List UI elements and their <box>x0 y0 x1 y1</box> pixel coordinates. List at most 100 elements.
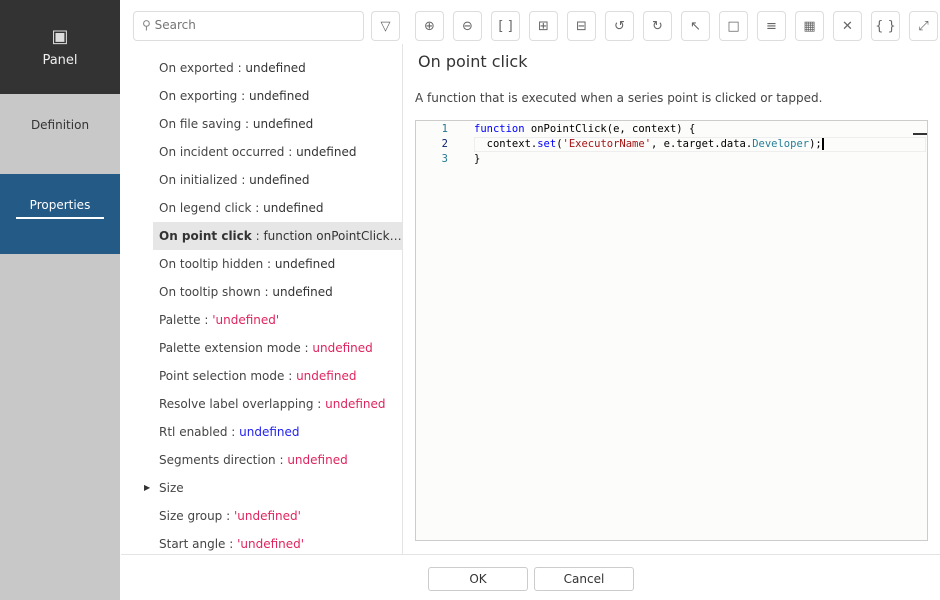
code-line: function onPointClick(e, context) { <box>474 123 695 135</box>
fullscreen-icon: ⤢ <box>918 18 929 34</box>
table-button[interactable]: ▦ <box>795 11 824 41</box>
property-item[interactable]: On tooltip hidden : undefined <box>121 250 402 278</box>
ok-button[interactable]: OK <box>428 567 528 591</box>
code-token: , e.target.data. <box>651 138 753 150</box>
property-item[interactable]: On incident occurred : undefined <box>121 138 402 166</box>
code-token: 'ExecutorName' <box>562 138 652 150</box>
code-token: function <box>474 123 525 135</box>
expand-arrow-icon[interactable]: ▶ <box>144 474 150 502</box>
property-list: On exported : undefined On exporting : un… <box>121 44 402 554</box>
property-item[interactable]: Size group : 'undefined' <box>121 502 402 530</box>
undo-icon: ↺ <box>614 18 625 34</box>
property-label: On exported <box>159 61 234 75</box>
search-input[interactable] <box>154 18 345 32</box>
search-icon: ⚲ <box>142 18 151 32</box>
comment-icon: □ <box>727 18 740 34</box>
property-item[interactable]: Resolve label overlapping : undefined <box>121 390 402 418</box>
table-icon: ▦ <box>803 18 816 34</box>
close-button[interactable]: ✕ <box>833 11 862 41</box>
property-item[interactable]: On point click : function onPointClick(e… <box>153 222 402 250</box>
braces-icon: { } <box>875 18 896 34</box>
tab-properties-label: Properties <box>16 198 104 219</box>
collapse-all-button[interactable]: ⊟ <box>567 11 596 41</box>
code-editor[interactable]: 1 2 3 function onPointClick(e, context) … <box>415 120 928 541</box>
property-item[interactable]: Start angle : 'undefined' <box>121 530 402 554</box>
property-label: On initialized <box>159 173 238 187</box>
panel-label: Panel <box>42 53 78 68</box>
footer <box>121 554 940 600</box>
property-value: undefined <box>248 89 310 103</box>
property-value: undefined <box>249 173 310 187</box>
select-button[interactable]: ↖ <box>681 11 710 41</box>
property-item[interactable]: On exported : undefined <box>121 54 402 82</box>
property-item[interactable]: On exporting : undefined <box>121 82 402 110</box>
property-item[interactable]: Point selection mode : undefined <box>121 362 402 390</box>
zoom-out-button[interactable]: ⊖ <box>453 11 482 41</box>
property-value: undefined <box>239 425 300 439</box>
tab-definition-label: Definition <box>30 118 90 132</box>
zoom-in-icon: ⊕ <box>424 18 435 34</box>
expand-all-button[interactable]: ⊞ <box>529 11 558 41</box>
undo-button[interactable]: ↺ <box>605 11 634 41</box>
redo-button[interactable]: ↻ <box>643 11 672 41</box>
property-item[interactable]: On file saving : undefined <box>121 110 402 138</box>
filter-button[interactable]: ▽ <box>371 11 400 41</box>
property-label: Rtl enabled <box>159 425 228 439</box>
property-label: On exporting <box>159 89 238 103</box>
property-value: 'undefined' <box>233 509 301 523</box>
code-token: set <box>537 138 557 150</box>
property-item[interactable]: On legend click : undefined <box>121 194 402 222</box>
property-item[interactable]: On tooltip shown : undefined <box>121 278 402 306</box>
braces-button[interactable]: { } <box>871 11 900 41</box>
expand-all-icon: ⊞ <box>538 18 549 34</box>
detail-title: On point click <box>418 52 528 71</box>
redo-icon: ↻ <box>652 18 663 34</box>
property-label: On tooltip hidden <box>159 257 264 271</box>
tab-properties[interactable]: Properties <box>0 174 120 254</box>
zoom-in-button[interactable]: ⊕ <box>415 11 444 41</box>
property-item[interactable]: Rtl enabled : undefined <box>121 418 402 446</box>
divider <box>402 44 403 554</box>
property-value: undefined <box>296 145 357 159</box>
line-number: 3 <box>441 153 448 165</box>
property-label: Start angle <box>159 537 226 551</box>
collapse-all-icon: ⊟ <box>576 18 587 34</box>
code-token: context. <box>474 138 538 150</box>
property-value: undefined <box>312 341 373 355</box>
property-item[interactable]: On initialized : undefined <box>121 166 402 194</box>
cancel-button[interactable]: Cancel <box>534 567 634 591</box>
fullscreen-button[interactable]: ⤢ <box>909 11 938 41</box>
property-item[interactable]: Segments direction : undefined <box>121 446 402 474</box>
property-value: undefined <box>272 285 333 299</box>
property-label: On tooltip shown <box>159 285 261 299</box>
code-token: onPointClick(e, context) { <box>524 123 696 135</box>
text-cursor: ​ <box>821 138 824 150</box>
puzzle-icon: ▣ <box>51 26 69 47</box>
property-value: 'undefined' <box>237 537 305 551</box>
property-item[interactable]: Palette : 'undefined' <box>121 306 402 334</box>
code-token: Developer <box>752 138 810 150</box>
property-item[interactable]: ▶ Size <box>121 474 402 502</box>
property-label: Resolve label overlapping <box>159 397 314 411</box>
property-value: undefined <box>287 453 348 467</box>
filter-icon: ▽ <box>380 18 391 34</box>
comment-button[interactable]: □ <box>719 11 748 41</box>
property-value: undefined <box>252 117 314 131</box>
tab-definition[interactable]: Definition <box>0 94 120 174</box>
line-number: 2 <box>441 138 448 150</box>
property-item[interactable]: Palette extension mode : undefined <box>121 334 402 362</box>
minimap-indicator <box>913 133 927 135</box>
property-value: undefined <box>325 397 386 411</box>
list-icon: ≡ <box>766 18 777 34</box>
property-label: On point click <box>159 229 252 243</box>
property-value: undefined <box>245 61 306 75</box>
select-icon: ↖ <box>690 18 701 34</box>
property-label: On file saving <box>159 117 242 131</box>
search-box[interactable]: ⚲ <box>133 11 364 41</box>
detail-description: A function that is executed when a serie… <box>415 91 823 105</box>
close-icon: ✕ <box>842 18 853 34</box>
list-button[interactable]: ≡ <box>757 11 786 41</box>
property-value: function onPointClick(e,… <box>263 229 402 243</box>
property-label: Size <box>159 481 184 495</box>
fit-button[interactable]: [ ] <box>491 11 520 41</box>
